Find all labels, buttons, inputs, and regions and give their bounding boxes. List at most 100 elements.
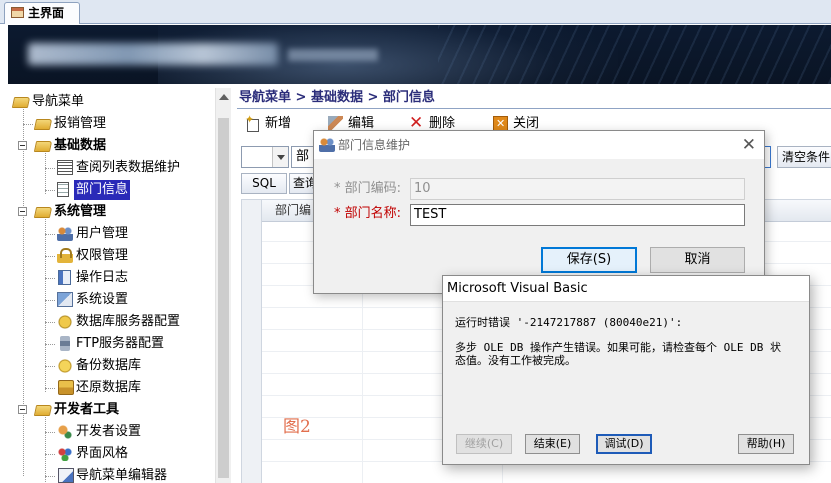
tree-item-label: 导航菜单编辑器	[76, 468, 168, 483]
tree-group-label: 系统管理	[54, 204, 107, 219]
document-icon	[57, 182, 69, 197]
developer-icon	[57, 424, 73, 439]
breadcrumb: 导航菜单 > 基础数据 > 部门信息	[239, 90, 435, 105]
tree-item-system-settings[interactable]: 系统设置	[8, 289, 208, 311]
restore-icon	[58, 380, 74, 395]
tree-item-label-selected: 部门信息	[74, 180, 131, 200]
department-dialog: 部门信息维护 ✕ * 部门编码: 10 * 部门名称: TEST 保存(S) 取…	[313, 130, 765, 294]
tree-item-label: 开发者设置	[76, 424, 142, 439]
tree-item-reimbursement[interactable]: 报销管理	[8, 113, 208, 135]
vb-error-dialog: Microsoft Visual Basic 运行时错误 '-214721788…	[442, 275, 810, 465]
server-icon	[60, 336, 70, 351]
database-icon	[57, 314, 73, 329]
tree-group-system[interactable]: 系统管理	[8, 201, 208, 223]
window-icon	[11, 7, 24, 18]
tree-group-basic-data[interactable]: 基础数据	[8, 135, 208, 157]
banner-decoration	[438, 25, 831, 84]
editor-icon	[58, 468, 74, 483]
tree-item-department[interactable]: 部门信息	[8, 179, 208, 201]
tree-root-label: 导航菜单	[32, 94, 85, 109]
tree-item-ftp-server[interactable]: FTP服务器配置	[8, 333, 208, 355]
tab-strip: 主界面	[0, 0, 831, 24]
edit-icon	[328, 116, 343, 131]
error-message-text: 多步 OLE DB 操作产生错误。如果可能，请检查每个 OLE DB 状 态值。…	[455, 341, 781, 367]
tree-item-menu-editor[interactable]: 导航菜单编辑器	[8, 465, 208, 483]
dialog-title: 部门信息维护	[338, 138, 411, 152]
folder-open-icon	[33, 141, 53, 152]
folder-open-icon	[33, 119, 53, 130]
tree-item-label: 还原数据库	[76, 380, 142, 395]
dialog-title: Microsoft Visual Basic	[447, 281, 588, 296]
tree-item-backup-db[interactable]: 备份数据库	[8, 355, 208, 377]
close-icon[interactable]: ✕	[742, 133, 756, 157]
tree-group-developer[interactable]: 开发者工具	[8, 399, 208, 421]
figure-label: 图2	[283, 417, 311, 437]
dialog-titlebar[interactable]: 部门信息维护 ✕	[314, 131, 764, 159]
continue-button[interactable]: 继续(C)	[456, 434, 512, 454]
tree-item-lookup-list[interactable]: 查阅列表数据维护	[8, 157, 208, 179]
tree-item-label: FTP服务器配置	[76, 336, 165, 351]
tree-root[interactable]: 导航菜单	[8, 91, 208, 113]
close-icon	[493, 115, 508, 133]
tree-item-permissions[interactable]: 权限管理	[8, 245, 208, 267]
filter-operator-select[interactable]	[241, 146, 289, 168]
delete-icon: ✕	[409, 113, 424, 133]
tree-scrollbar[interactable]	[215, 88, 231, 483]
header-banner	[8, 25, 831, 84]
chevron-down-icon[interactable]	[272, 147, 288, 167]
tree-item-label: 用户管理	[76, 226, 129, 241]
tree-item-restore-db[interactable]: 还原数据库	[8, 377, 208, 399]
save-button[interactable]: 保存(S)	[541, 247, 637, 273]
navigation-panel: 导航菜单 报销管理 基础数据 查阅列表数据维护 部门信息 系统管理 用户管理 权…	[8, 88, 231, 483]
department-name-field[interactable]: TEST	[410, 204, 745, 226]
tree-item-operation-log[interactable]: 操作日志	[8, 267, 208, 289]
settings-icon	[57, 292, 73, 307]
banner-subtitle-blurred	[288, 49, 378, 61]
users-icon	[57, 226, 73, 241]
debug-button[interactable]: 调试(D)	[596, 434, 652, 454]
tab-main[interactable]: 主界面	[4, 2, 80, 24]
tree-item-label: 界面风格	[76, 446, 129, 461]
sql-button[interactable]: SQL	[241, 173, 287, 194]
scroll-up-arrow-icon[interactable]	[219, 94, 229, 100]
tree-item-ui-style[interactable]: 界面风格	[8, 443, 208, 465]
tree-item-label: 备份数据库	[76, 358, 142, 373]
new-document-icon	[245, 111, 260, 132]
users-icon	[319, 137, 335, 152]
grid-icon	[57, 160, 73, 175]
help-button[interactable]: 帮助(H)	[738, 434, 794, 454]
department-name-label: * 部门名称:	[334, 206, 402, 221]
log-icon	[58, 270, 71, 285]
scroll-thumb[interactable]	[218, 118, 229, 478]
banner-logo-blurred	[28, 43, 278, 65]
new-button[interactable]: 新增	[245, 111, 305, 133]
clear-conditions-button[interactable]: 清空条件	[777, 146, 831, 168]
dialog-titlebar[interactable]: Microsoft Visual Basic	[443, 276, 809, 302]
tab-main-label: 主界面	[28, 6, 65, 20]
tree-item-db-server[interactable]: 数据库服务器配置	[8, 311, 215, 333]
collapse-toggle-icon[interactable]	[18, 405, 27, 414]
grid-row-header	[242, 200, 262, 483]
tree-group-label: 基础数据	[54, 138, 107, 153]
lock-icon	[57, 248, 73, 263]
folder-open-icon	[33, 207, 53, 218]
department-code-field[interactable]: 10	[410, 178, 745, 200]
grid-column-header[interactable]: 部门编	[275, 200, 311, 222]
tree-item-label: 操作日志	[76, 270, 129, 285]
tree-item-users[interactable]: 用户管理	[8, 223, 208, 245]
tree-group-label: 开发者工具	[54, 402, 120, 417]
error-code-text: 运行时错误 '-2147217887 (80040e21)':	[455, 316, 683, 329]
folder-open-icon	[11, 97, 31, 108]
end-button[interactable]: 结束(E)	[525, 434, 580, 454]
collapse-toggle-icon[interactable]	[18, 141, 27, 150]
tree-item-developer-settings[interactable]: 开发者设置	[8, 421, 208, 443]
collapse-toggle-icon[interactable]	[18, 207, 27, 216]
navigation-tree: 导航菜单 报销管理 基础数据 查阅列表数据维护 部门信息 系统管理 用户管理 权…	[8, 88, 215, 483]
department-code-label: * 部门编码:	[334, 181, 402, 196]
tree-item-label: 查阅列表数据维护	[76, 160, 181, 175]
cancel-button[interactable]: 取消	[650, 247, 745, 273]
palette-icon	[57, 446, 73, 461]
folder-open-icon	[33, 405, 53, 416]
tree-item-label: 报销管理	[54, 116, 107, 131]
tree-item-label: 系统设置	[76, 292, 129, 307]
